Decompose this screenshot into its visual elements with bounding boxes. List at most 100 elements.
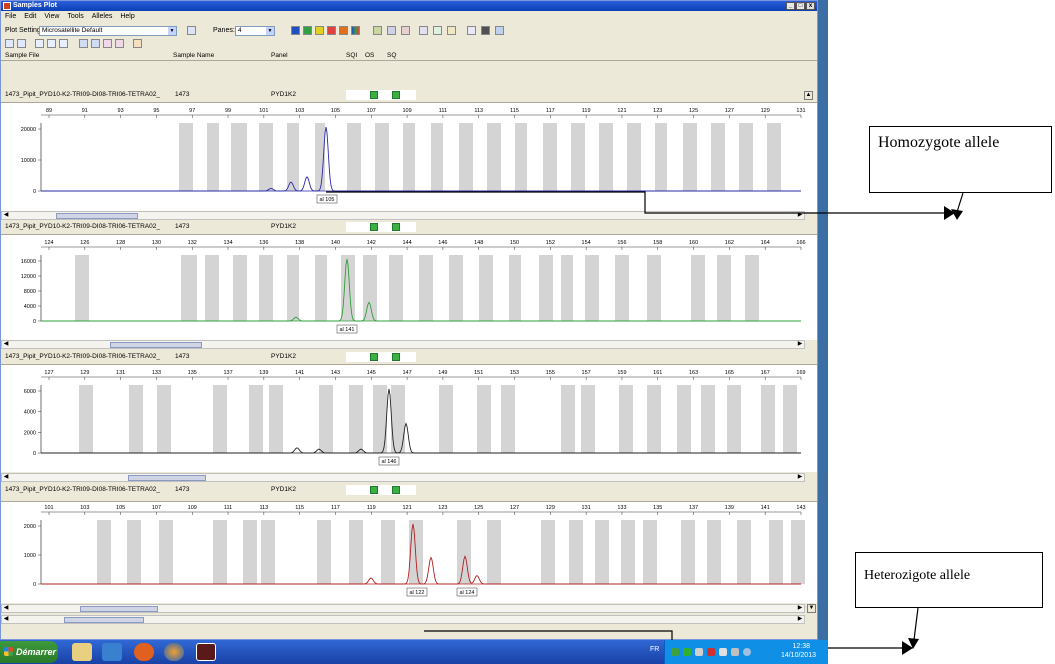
col-os[interactable]: OS [365,52,374,59]
col-sqi[interactable]: SQI [346,52,357,59]
network-icon[interactable] [671,648,679,656]
allele-bin [707,520,721,584]
firefox-icon[interactable] [164,643,184,661]
y-tick-label: 4000 [24,410,36,416]
orange-dye-icon[interactable] [339,26,348,35]
scroll-left-button[interactable]: ◀ [2,341,10,348]
sizing-icon[interactable] [79,39,88,48]
outlook-icon[interactable] [102,643,122,661]
volume-icon[interactable] [743,648,751,656]
scroll-thumb[interactable] [56,213,138,219]
clock-date[interactable]: 14/10/2013 [781,652,816,659]
alert-icon[interactable] [707,648,715,656]
x-tick-label: 146 [438,240,447,246]
scroll-right-button[interactable]: ▶ [796,474,804,481]
explorer-icon[interactable] [72,643,92,661]
scroll-thumb[interactable] [64,617,144,623]
allele-remove-icon[interactable] [115,39,124,48]
title-bar[interactable]: Samples Plot _ □ x [1,1,817,11]
col-sample-name[interactable]: Sample Name [173,52,214,59]
all-dyes-icon[interactable] [351,26,360,35]
pane-horizontal-scrollbar[interactable]: ◀ ▶ [1,473,805,482]
green-dye-icon[interactable] [303,26,312,35]
label-view-icon[interactable] [401,26,410,35]
zoom-in-icon[interactable] [5,39,14,48]
menu-view[interactable]: View [44,11,59,23]
scroll-right-button[interactable]: ▶ [796,605,804,612]
display-icon[interactable] [695,648,703,656]
menu-help[interactable]: Help [120,11,134,23]
allele-bin [97,520,111,584]
menu-file[interactable]: File [5,11,16,23]
plot-setting-select[interactable]: Microsatellite Default ▼ [39,26,177,36]
sample-row[interactable]: 1473_Pipit_PYD10-K2-TRI09-DI08-TRI06-TET… [1,221,817,233]
taskbar: Démarrer FR 12:38 14/10/2013 [0,640,828,664]
allele-add-icon[interactable] [103,39,112,48]
security-icon[interactable] [683,648,691,656]
scroll-right-button[interactable]: ▶ [796,341,804,348]
print-icon[interactable] [481,26,490,35]
pane-horizontal-scrollbar[interactable]: ◀ ▶ [1,340,805,349]
clock-time[interactable]: 12:38 [792,643,810,650]
electropherogram-pane[interactable]: 89 91 93 95 97 99 101 103 105 107 109 111 113 115 117 1… [1,91,817,212]
scroll-right-button[interactable]: ▶ [796,616,804,623]
align-icon[interactable] [433,26,442,35]
minimize-button[interactable]: _ [786,2,795,10]
sample-row[interactable]: 1473_Pipit_PYD10-K2-TRI09-DI08-TRI06-TET… [1,351,817,363]
sample-quality-icon [392,486,400,494]
language-indicator[interactable]: FR [650,646,659,653]
sample-row[interactable]: 1473_Pipit_PYD10-K2-TRI09-DI08-TRI06-TET… [1,89,817,101]
scroll-thumb[interactable] [128,475,206,481]
scroll-thumb[interactable] [110,342,202,348]
menu-edit[interactable]: Edit [24,11,36,23]
export-icon[interactable] [495,26,504,35]
col-panel[interactable]: Panel [271,52,288,59]
scroll-right-button[interactable]: ▶ [796,212,804,219]
overlay-icon[interactable] [419,26,428,35]
scroll-left-button[interactable]: ◀ [2,474,10,481]
blue-dye-icon[interactable] [291,26,300,35]
zoom-x-icon[interactable] [35,39,44,48]
panes-select[interactable]: 4 ▼ [235,26,275,36]
pane-scroll-up-button[interactable]: ▲ [804,91,813,100]
chart-icon[interactable] [91,39,100,48]
genemapper-icon[interactable] [196,643,216,661]
start-button[interactable]: Démarrer [0,641,58,663]
maximize-button[interactable]: □ [796,2,805,10]
scroll-left-button[interactable]: ◀ [2,212,10,219]
zoom-full-icon[interactable] [59,39,68,48]
scroll-left-button[interactable]: ◀ [2,605,10,612]
app-ribbon-icon[interactable] [134,643,154,661]
printer-icon[interactable] [731,648,739,656]
menu-tools[interactable]: Tools [67,11,83,23]
table-view-icon[interactable] [373,26,382,35]
x-tick-label: 125 [474,505,483,511]
pane-horizontal-scrollbar[interactable]: ◀ ▶ [1,604,805,613]
main-horizontal-scrollbar[interactable]: ◀ ▶ [1,615,805,624]
allele-call-label: al 124 [456,587,478,597]
menu-alleles[interactable]: Alleles [92,11,113,23]
flag-icon[interactable] [719,648,727,656]
bins-icon[interactable] [447,26,456,35]
electropherogram-pane[interactable]: 124 126 128 130 132 134 136 138 140 142 144 146 148 1… [1,234,817,340]
scroll-down-button[interactable]: ▼ [807,604,816,613]
zoom-out-icon[interactable] [17,39,26,48]
scroll-thumb[interactable] [80,606,158,612]
save-setting-icon[interactable] [187,26,196,35]
yellow-dye-icon[interactable] [315,26,324,35]
grid-icon[interactable] [467,26,476,35]
electropherogram-pane[interactable]: 127 129 131 133 135 137 139 141 143 145 147 149 151 1… [1,364,817,472]
red-dye-icon[interactable] [327,26,336,35]
allele-bin [655,123,667,191]
peaks-view-icon[interactable] [387,26,396,35]
pane-horizontal-scrollbar[interactable]: ◀ ▶ [1,211,805,220]
sample-row[interactable]: 1473_Pipit_PYD10-K2-TRI09-DI08-TRI06-TET… [1,484,817,496]
scroll-left-button[interactable]: ◀ [2,616,10,623]
close-button[interactable]: x [806,2,815,10]
electropherogram-pane[interactable]: 101 103 105 107 109 111 113 115 117 119 121 123 125 1… [1,501,817,603]
col-sq[interactable]: SQ [387,52,396,59]
zoom-y-icon[interactable] [47,39,56,48]
col-sample-file[interactable]: Sample File [5,52,39,59]
x-tick-label: 115 [295,505,304,511]
ruler-icon[interactable] [133,39,142,48]
